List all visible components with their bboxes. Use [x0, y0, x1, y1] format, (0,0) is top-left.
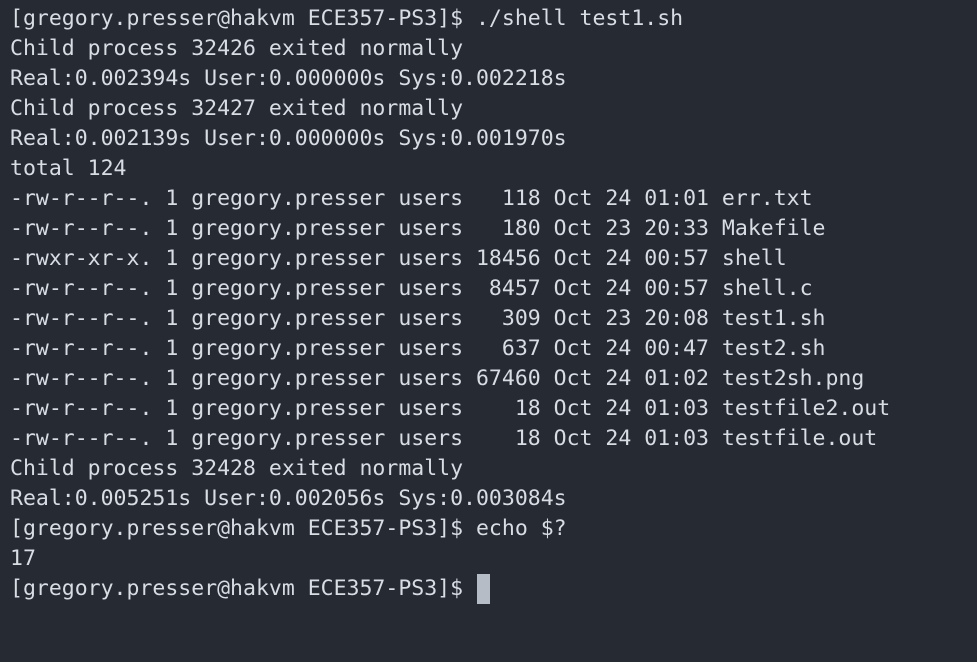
- terminal-window[interactable]: [gregory.presser@hakvm ECE357-PS3]$ ./sh…: [0, 0, 977, 662]
- text-cursor: [477, 574, 490, 604]
- terminal-line: -rw-r--r--. 1 gregory.presser users 180 …: [10, 216, 826, 241]
- terminal-line: -rw-r--r--. 1 gregory.presser users 637 …: [10, 336, 826, 361]
- shell-prompt: [gregory.presser@hakvm ECE357-PS3]$: [10, 576, 476, 601]
- terminal-line: -rw-r--r--. 1 gregory.presser users 18 O…: [10, 396, 891, 421]
- terminal-line: Child process 32427 exited normally: [10, 96, 464, 121]
- terminal-line: Child process 32426 exited normally: [10, 36, 464, 61]
- terminal-line: 17: [10, 546, 36, 571]
- terminal-line: -rw-r--r--. 1 gregory.presser users 8457…: [10, 276, 813, 301]
- terminal-line: -rwxr-xr-x. 1 gregory.presser users 1845…: [10, 246, 787, 271]
- terminal-line: Real:0.002394s User:0.000000s Sys:0.0022…: [10, 66, 567, 91]
- terminal-line: -rw-r--r--. 1 gregory.presser users 6746…: [10, 366, 865, 391]
- terminal-line: total 124: [10, 156, 127, 181]
- terminal-line: -rw-r--r--. 1 gregory.presser users 118 …: [10, 186, 813, 211]
- terminal-line: [gregory.presser@hakvm ECE357-PS3]$ ./sh…: [10, 6, 684, 31]
- terminal-line: -rw-r--r--. 1 gregory.presser users 309 …: [10, 306, 826, 331]
- terminal-line: -rw-r--r--. 1 gregory.presser users 18 O…: [10, 426, 878, 451]
- terminal-line: Real:0.002139s User:0.000000s Sys:0.0019…: [10, 126, 567, 151]
- terminal-line: Real:0.005251s User:0.002056s Sys:0.0030…: [10, 486, 567, 511]
- terminal-line: Child process 32428 exited normally: [10, 456, 464, 481]
- terminal-prompt-line[interactable]: [gregory.presser@hakvm ECE357-PS3]$: [10, 574, 977, 604]
- terminal-line: [gregory.presser@hakvm ECE357-PS3]$ echo…: [10, 516, 567, 541]
